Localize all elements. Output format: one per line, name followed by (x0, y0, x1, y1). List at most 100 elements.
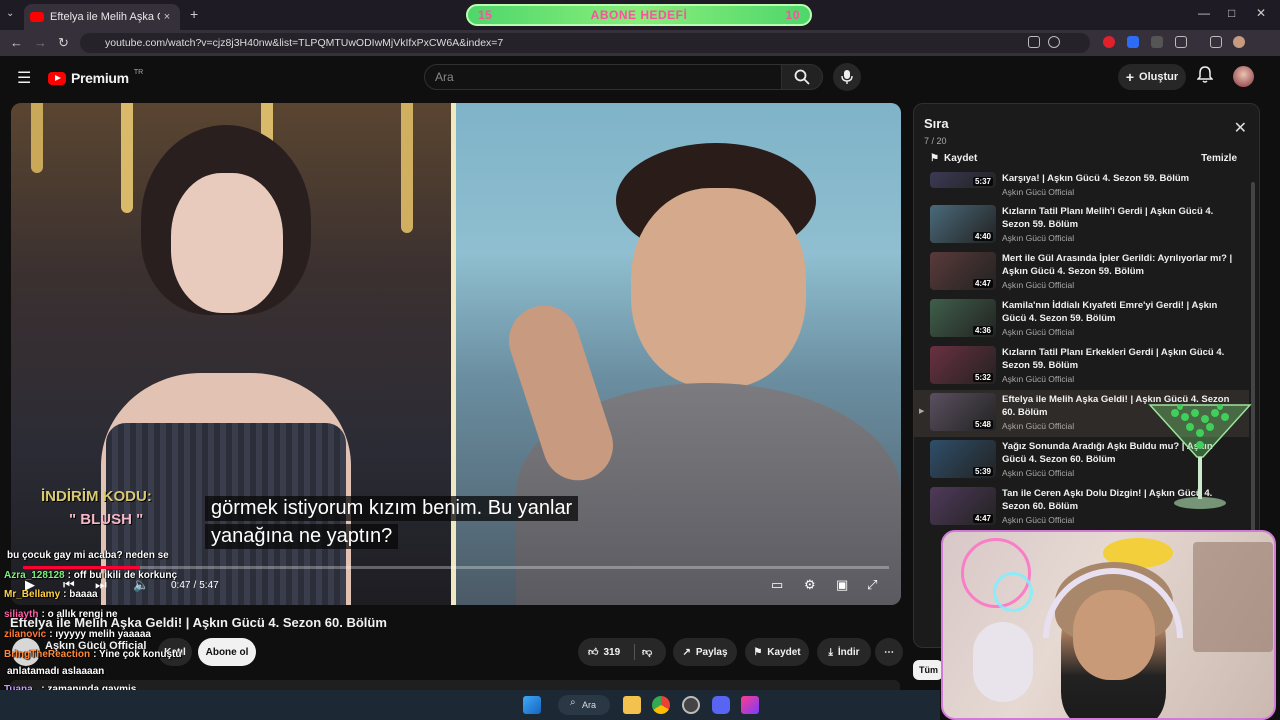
playlist-item[interactable]: 4:47 Mert ile Gül Arasında İpler Gerildi:… (914, 249, 1249, 296)
chat-message: Mr_Bellamy: baaaa (4, 589, 98, 600)
create-button[interactable]: + Oluştur (1118, 64, 1186, 90)
extensions-puzzle-icon[interactable] (1175, 36, 1187, 48)
search-button[interactable] (781, 64, 823, 90)
like-button[interactable]: 👍︎ 319 👎︎ (578, 638, 666, 666)
forward-icon[interactable]: → (34, 35, 47, 50)
account-avatar[interactable] (1233, 66, 1254, 87)
extension-red-icon[interactable] (1103, 36, 1115, 48)
playlist-item-channel: Aşkın Gücü Official (1002, 421, 1075, 431)
chat-message: anlatamadı aslaaaan (4, 666, 104, 677)
logo-text: Premium (71, 70, 129, 86)
tab-close-icon[interactable]: × (160, 11, 174, 23)
playlist-item-channel: Aşkın Gücü Official (1002, 327, 1075, 337)
discord-icon[interactable] (712, 696, 730, 714)
window-close-icon[interactable]: ✕ (1256, 6, 1266, 20)
plus-icon: + (1125, 69, 1135, 85)
playlist-count: 7 / 20 (924, 136, 947, 146)
chat-text: anlatamadı aslaaaan (7, 666, 105, 677)
playlist-thumbnail: 5:37 (930, 172, 996, 188)
chrome-icon[interactable] (652, 696, 670, 714)
chat-username: siliayth (4, 609, 39, 620)
youtube-header: ☰ Premium TR Ara + Oluştur (0, 56, 1280, 98)
time-total: 5:47 (199, 580, 219, 591)
browser-tab-bar: ⌄ Eftelya ile Melih Aşka Geldi... × + 15… (0, 0, 1280, 30)
subscribe-button[interactable]: Abone ol (198, 638, 256, 666)
file-explorer-icon[interactable] (623, 696, 641, 714)
cocktail-glass-decoration (1148, 404, 1252, 509)
description-box[interactable] (10, 680, 900, 690)
maximize-icon[interactable]: □ (1228, 6, 1235, 20)
chat-message: siliayth: o allık rengi ne (4, 609, 118, 620)
playlist-item-channel: Aşkın Gücü Official (1002, 374, 1075, 384)
now-playing-icon: ▶ (919, 408, 925, 415)
playlist-item[interactable]: 5:32 Kızların Tatil Planı Erkekleri Gerdi… (914, 343, 1249, 390)
settings-gear-icon[interactable]: ⚙ (804, 577, 816, 593)
duration-badge: 5:37 (972, 177, 993, 186)
taskbar-search[interactable]: Ara (558, 695, 610, 715)
back-icon[interactable]: ← (10, 35, 23, 50)
chat-text: : off bu ikili de korkunç (67, 570, 178, 581)
profile-avatar-icon[interactable] (1233, 36, 1245, 48)
hide-icon[interactable] (1048, 36, 1060, 48)
playlist-thumbnail: 4:40 (930, 205, 996, 243)
chat-username: Azra_128128 (4, 570, 65, 581)
caption-line-2: yanağına ne yaptın? (205, 524, 399, 549)
taskbar-search-icon: ⌕ (570, 697, 576, 708)
notifications-button[interactable] (1196, 66, 1214, 89)
playlist-item-title: Kızların Tatil Planı Melih'i Gerdi | Aşk… (1002, 206, 1214, 230)
share-label: Paylaş (695, 646, 728, 658)
playlist-clear-button[interactable]: Temizle (1201, 153, 1237, 164)
playlist-save-button[interactable]: ⚑ Kaydet (930, 153, 977, 164)
save-button[interactable]: ⚑ Kaydet (745, 638, 809, 666)
duration-badge: 5:32 (972, 373, 993, 382)
cast-icon[interactable] (1028, 36, 1040, 48)
playlist-thumbnail: 5:39 (930, 440, 996, 478)
download-label: İndir (837, 646, 860, 658)
search-input[interactable]: Ara (424, 64, 782, 90)
discount-banner-title: İNDİRİM KODU: (41, 488, 152, 505)
more-actions-icon[interactable]: ⋯ (875, 638, 903, 666)
video-player[interactable]: İNDİRİM KODU: " BLUSH " görmek istiyorum… (11, 103, 901, 605)
minimize-icon[interactable]: — (1198, 6, 1210, 20)
video-progress-bar[interactable] (23, 566, 889, 569)
duration-badge: 5:48 (972, 420, 993, 429)
theater-mode-icon[interactable]: ▣ (836, 577, 848, 593)
like-count: 319 (603, 646, 621, 658)
playlist-thumbnail: 5:48 (930, 393, 996, 431)
thumbs-up-icon: 👍︎ (588, 647, 599, 658)
youtube-logo[interactable]: Premium TR (48, 69, 143, 86)
filter-chip-all[interactable]: Tüm (913, 660, 943, 680)
tab-search-icon[interactable]: ⌄ (6, 8, 14, 19)
subscriber-goal-overlay: 15 ABONE HEDEFİ 10 (466, 4, 812, 26)
playlist-item[interactable]: 4:36 Kamila'nın İddialı Kıyafeti Emre'yi … (914, 296, 1249, 343)
playlist-item-channel: Aşkın Gücü Official (1002, 187, 1075, 197)
browser-address-bar: ← → ↻ youtube.com/watch?v=cjz8j3H40nw&li… (0, 30, 1280, 78)
extension-grey-icon[interactable] (1151, 36, 1163, 48)
extension-blue-icon[interactable] (1127, 36, 1139, 48)
new-tab-icon[interactable]: + (190, 6, 198, 22)
subtitles-icon[interactable]: ▭ (771, 577, 783, 593)
goal-target: 10 (785, 8, 800, 22)
obs-icon[interactable] (682, 696, 700, 714)
duration-badge: 4:36 (972, 326, 993, 335)
playlist-item-title: Kızların Tatil Planı Erkekleri Gerdi | A… (1002, 347, 1225, 371)
playlist-item-channel: Aşkın Gücü Official (1002, 280, 1075, 290)
voice-search-button[interactable] (833, 63, 861, 91)
playlist-item[interactable]: 4:40 Kızların Tatil Planı Melih'i Gerdi |… (914, 202, 1249, 249)
bookmark-icon: ⚑ (930, 153, 939, 164)
media-controls-icon[interactable] (1210, 36, 1222, 48)
app-icon[interactable] (741, 696, 759, 714)
download-button[interactable]: ⤓ İndir (817, 638, 871, 666)
hamburger-menu-icon[interactable]: ☰ (17, 68, 31, 88)
windows-start-icon[interactable] (523, 696, 541, 714)
share-button[interactable]: ↗ Paylaş (673, 638, 737, 666)
playlist-item-channel: Aşkın Gücü Official (1002, 515, 1075, 525)
thumbs-down-icon[interactable]: 👎︎ (642, 646, 652, 658)
fullscreen-icon[interactable]: ⤢ (867, 577, 877, 593)
reload-icon[interactable]: ↻ (58, 35, 69, 51)
browser-tab[interactable]: Eftelya ile Melih Aşka Geldi... × (24, 4, 180, 30)
playlist-close-icon[interactable]: ✕ (1234, 118, 1247, 138)
duration-badge: 4:47 (972, 514, 993, 523)
url-field[interactable]: youtube.com/watch?v=cjz8j3H40nw&list=TLP… (80, 33, 1090, 53)
playlist-item-title: Mert ile Gül Arasında İpler Gerildi: Ayr… (1002, 253, 1233, 277)
